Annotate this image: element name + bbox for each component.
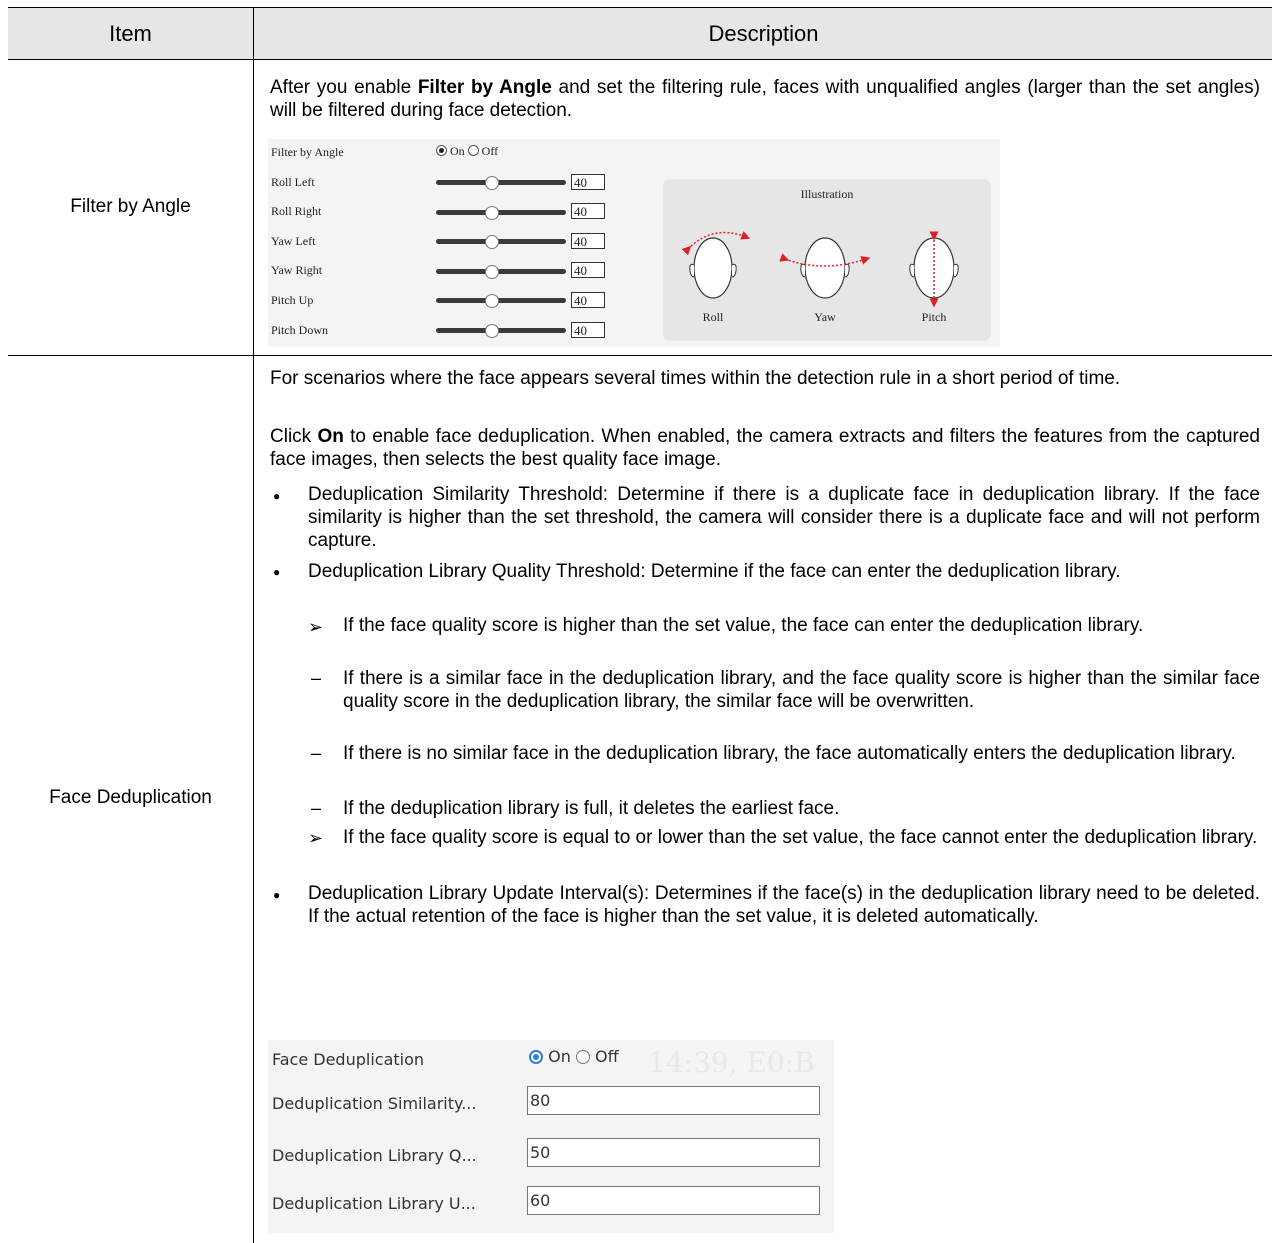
pitch-up-label: Pitch Up [271, 293, 314, 307]
header-description: Description [708, 20, 819, 46]
slider-knob[interactable] [485, 176, 499, 190]
caption-roll: Roll [702, 310, 724, 324]
arrow-bullet-icon [308, 617, 323, 638]
header-item: Item [109, 20, 152, 46]
update-interval-label: Deduplication Library U... [272, 1194, 476, 1213]
yaw-right-value[interactable]: 40 [571, 262, 605, 278]
dedup-on-label: On [548, 1047, 571, 1066]
subbullet-similar-face: If there is a similar face in the dedupl… [343, 668, 1260, 712]
dedup-on-radio[interactable] [529, 1050, 543, 1064]
angle-illustration-panel: Illustration Roll Yaw Pitch [663, 179, 991, 341]
column-divider [253, 7, 254, 1243]
dedup-p2-bold: On [317, 426, 344, 447]
dedup-off-radio[interactable] [575, 1050, 590, 1064]
angle-settings-screenshot: Filter by Angle On Off Roll Left 40 Roll… [268, 139, 1000, 346]
dedup-off-label: Off [595, 1047, 619, 1066]
angle-desc-bold: Filter by Angle [417, 77, 552, 98]
subbullet-no-similar-face: If there is no similar face in the dedup… [343, 743, 1236, 764]
roll-right-value[interactable]: 40 [571, 203, 605, 219]
dedup-p2-text-end: to enable face deduplication. When enabl… [270, 426, 1260, 470]
table-header: Item Description [8, 7, 1272, 60]
yaw-right-label: Yaw Right [271, 263, 323, 277]
filter-off-label: Off [481, 144, 499, 158]
arrow-bullet-icon [308, 828, 323, 849]
yaw-left-value[interactable]: 40 [571, 233, 605, 249]
yaw-head-icon [779, 237, 871, 299]
bullet-icon [273, 888, 280, 902]
bullet-icon [273, 565, 280, 579]
dedup-radio-group: On Off [529, 1047, 619, 1066]
dash-bullet-icon [311, 798, 321, 819]
dedup-p2-text: Click [270, 426, 318, 447]
dedup-intro: For scenarios where the face appears sev… [270, 368, 1121, 389]
roll-right-label: Roll Right [271, 204, 322, 218]
dash-bullet-icon [311, 743, 321, 764]
yaw-right-slider[interactable] [436, 265, 566, 279]
subbullet-library-full: If the deduplication library is full, it… [343, 798, 840, 819]
row-item-face-deduplication: Face Deduplication [49, 787, 212, 808]
slider-knob[interactable] [485, 206, 499, 220]
face-dedup-label: Face Deduplication [272, 1050, 425, 1069]
row-item-filter-by-angle: Filter by Angle [70, 196, 191, 217]
caption-pitch: Pitch [921, 310, 947, 324]
yaw-left-label: Yaw Left [271, 234, 316, 248]
bullet-icon [273, 489, 280, 503]
pitch-down-value[interactable]: 40 [571, 322, 605, 338]
quality-threshold-input[interactable]: 50 [527, 1138, 820, 1167]
slider-knob[interactable] [485, 324, 499, 338]
pitch-up-value[interactable]: 40 [571, 292, 605, 308]
quality-threshold-label: Deduplication Library Q... [272, 1146, 477, 1165]
pitch-up-slider[interactable] [436, 294, 566, 308]
roll-right-slider[interactable] [436, 206, 566, 220]
caption-yaw: Yaw [814, 310, 836, 324]
pitch-down-slider[interactable] [436, 324, 566, 338]
similarity-threshold-input[interactable]: 80 [527, 1086, 820, 1115]
filter-on-label: On [450, 144, 465, 158]
pitch-head-icon [909, 231, 959, 308]
subbullet-quality-higher: If the face quality score is higher than… [343, 615, 1144, 636]
filter-on-radio[interactable] [436, 145, 447, 156]
roll-left-value[interactable]: 40 [571, 174, 605, 190]
bullet-update-interval: Deduplication Library Update Interval(s)… [308, 883, 1260, 927]
yaw-left-slider[interactable] [436, 235, 566, 249]
row-divider [8, 355, 1272, 356]
subbullet-quality-lower: If the face quality score is equal to or… [343, 827, 1258, 848]
update-interval-input[interactable]: 60 [527, 1186, 820, 1215]
slider-knob[interactable] [485, 265, 499, 279]
dash-bullet-icon [311, 668, 321, 689]
pitch-down-label: Pitch Down [271, 323, 328, 337]
bullet-similarity-threshold: Deduplication Similarity Threshold: Dete… [308, 484, 1260, 551]
roll-head-icon [681, 231, 751, 299]
angle-description: After you enable Filter by Angle and set… [270, 76, 1260, 122]
roll-left-label: Roll Left [271, 175, 315, 189]
dedup-settings-screenshot: 14:39, E0:B Face Deduplication On Off De… [268, 1040, 834, 1233]
filter-by-angle-label: Filter by Angle [271, 145, 344, 159]
face-angle-illustration [681, 231, 959, 308]
dedup-enable-paragraph: Click On to enable face deduplication. W… [270, 425, 1260, 471]
roll-left-slider[interactable] [436, 176, 566, 190]
filter-radio-group: On Off [436, 144, 498, 159]
slider-knob[interactable] [485, 235, 499, 249]
slider-knob[interactable] [485, 294, 499, 308]
bullet-quality-threshold: Deduplication Library Quality Threshold:… [308, 561, 1121, 582]
angle-desc-text: After you enable [270, 77, 418, 98]
document-page: Item Description Filter by Angle After y… [0, 0, 1280, 1243]
similarity-threshold-label: Deduplication Similarity... [272, 1094, 477, 1113]
background-overlay-text: 14:39, E0:B [648, 1046, 815, 1079]
filter-off-radio[interactable] [467, 145, 479, 156]
